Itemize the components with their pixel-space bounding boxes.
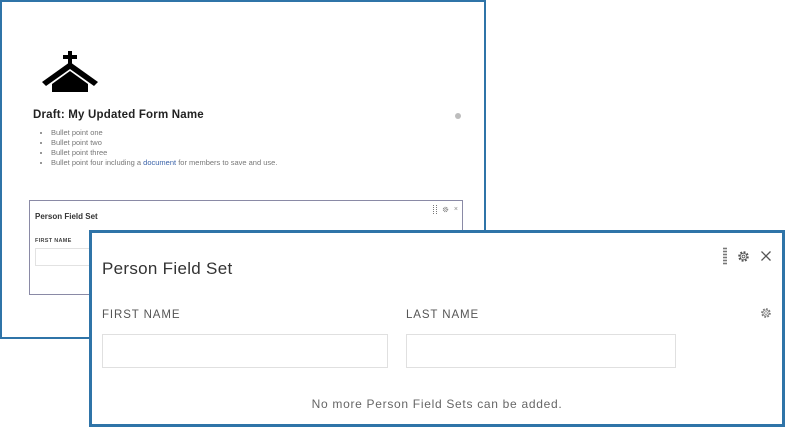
list-item: Bullet point one [51,128,277,138]
gear-icon[interactable] [760,307,772,319]
last-name-label: LAST NAME [406,309,480,321]
church-icon [42,51,98,92]
mini-controls: × [432,205,458,214]
person-field-set-zoom: Person Field Set FIRST NAME LAST NAME No… [89,230,785,427]
last-name-field[interactable] [406,334,676,368]
form-title: Draft: My Updated Form Name [33,109,204,121]
gear-icon[interactable] [737,250,750,263]
bullet-text: for members to save and use. [178,158,278,167]
bullet-text: Bullet point four including a [51,158,142,167]
drag-handle-icon[interactable] [432,205,437,214]
fieldset-controls [723,247,772,265]
mini-first-name-input[interactable] [35,248,95,266]
mini-first-name-label: FIRST NAME [35,238,72,244]
field-set-limit-message: No more Person Field Sets can be added. [311,397,563,411]
list-item: Bullet point two [51,138,277,148]
description-bullets: Bullet point one Bullet point two Bullet… [35,128,277,168]
mini-fieldset-title: Person Field Set [35,212,98,221]
first-name-field[interactable] [102,334,388,368]
drag-handle-icon[interactable] [723,247,727,265]
gear-icon[interactable] [442,206,449,213]
close-icon[interactable] [760,250,772,262]
title-settings-dot[interactable] [455,113,461,119]
fieldset-title: Person Field Set [102,259,233,278]
close-icon[interactable]: × [454,206,458,213]
list-item: Bullet point four including a document f… [51,158,277,168]
first-name-label: FIRST NAME [102,309,181,321]
document-link[interactable]: document [143,158,176,167]
list-item: Bullet point three [51,148,277,158]
